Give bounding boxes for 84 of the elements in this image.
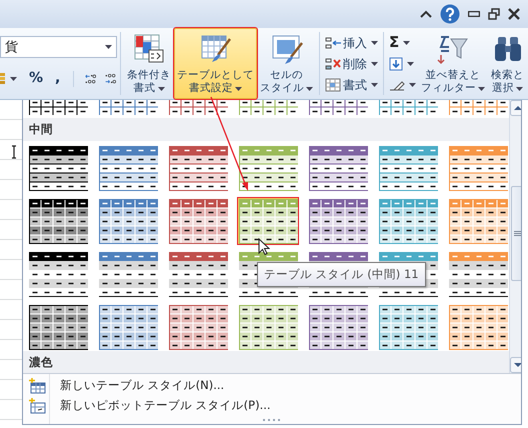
ribbon-button[interactable]: テーブルとして 書式設定 [174,28,257,99]
eraser-icon [389,78,405,90]
pointer-cursor-icon [258,238,270,256]
table-style-option[interactable] [27,144,89,192]
table-style-option[interactable] [307,100,369,116]
table-style-option[interactable] [237,197,299,246]
table-style-option[interactable] [307,303,369,352]
help-icon[interactable] [440,4,460,24]
table-style-option[interactable] [377,197,439,246]
table-style-option[interactable] [167,100,229,116]
table-style-option[interactable] [97,197,159,246]
table-style-option[interactable] [307,197,369,246]
cells-menu-button[interactable]: 削除 [323,53,380,74]
tooltip: テーブル スタイル (中間) 11 [257,262,426,288]
table-style-option[interactable] [447,303,509,352]
cell-format-icon [325,78,341,92]
fill-down-icon [389,56,403,70]
caret-icon [371,62,378,66]
delete-cells-icon [325,56,341,70]
table-style-option[interactable] [377,303,439,352]
table-style-option[interactable] [27,197,89,246]
autosum-button[interactable]: Σ [387,32,418,53]
table-style-option[interactable] [237,144,299,192]
table-style-option[interactable] [447,250,509,298]
cells-menu-button[interactable]: 書式 [323,74,380,95]
number-format-button[interactable]: % [27,68,46,90]
table-style-option[interactable] [237,100,299,116]
table-style-option[interactable] [97,100,159,116]
number-format-dropdown[interactable]: 貨 [0,36,117,58]
caret-icon [516,86,523,90]
section-heading: 濃色 [23,351,509,373]
table-style-option[interactable] [27,303,89,352]
caret-icon [235,86,242,90]
table-style-option[interactable] [377,144,439,192]
table-style-option[interactable] [167,144,229,192]
cell-style-brush-icon [270,33,302,65]
caret-icon [306,86,313,90]
conditional-formatting-icon [133,33,165,65]
caret-icon [158,86,164,90]
close-icon[interactable] [508,8,520,20]
table-style-option[interactable] [97,303,159,352]
caret-icon [10,76,17,81]
sort-filter-icon [437,33,469,65]
table-style-option[interactable] [237,303,299,352]
menu-item[interactable]: 新しいピボットテーブル スタイル(P)... [23,396,521,416]
restore-icon[interactable] [488,8,500,20]
ribbon-button[interactable]: セルの スタイル [257,28,316,99]
table-style-option[interactable] [27,250,89,298]
caret-icon [371,40,378,44]
scrollbar-thumb[interactable] [510,186,521,281]
text-cursor-icon [11,145,17,159]
caret-icon [105,45,112,50]
table-style-option[interactable] [447,197,509,246]
caret-icon [407,62,414,66]
caret-icon [371,82,378,86]
menu-item[interactable]: 新しいテーブル スタイル(N)... [23,376,521,396]
new-table-style-icon [29,378,46,394]
table-style-option[interactable] [167,250,229,298]
caret-icon [478,86,485,90]
section-heading: 中間 [23,118,509,142]
ribbon-button[interactable]: 条件付き 書式 [124,28,174,99]
caret-icon [403,40,410,44]
table-style-option[interactable] [447,100,509,116]
insert-cells-icon [325,36,341,50]
caret-icon [409,82,416,86]
coins-icon [0,72,6,86]
table-style-option[interactable] [97,144,159,192]
table-style-option[interactable] [307,144,369,192]
resize-grip-icon[interactable] [263,419,281,422]
table-style-option[interactable] [447,144,509,192]
table-style-option[interactable] [27,100,89,116]
table-style-option[interactable] [167,303,229,352]
ribbon-button[interactable]: 検索と 選択 [488,28,527,99]
minimize-icon[interactable] [468,11,480,17]
ribbon-button[interactable]: 並べ替えと フィルター [418,28,488,99]
number-format-button[interactable]: , [53,68,62,90]
table-brush-icon [200,33,232,65]
table-style-option[interactable] [167,197,229,246]
collapse-ribbon-icon[interactable] [420,10,432,18]
table-style-option[interactable] [377,100,439,116]
new-pivot-style-icon [29,398,46,414]
grip-icon [514,230,521,236]
table-style-option[interactable] [97,250,159,298]
cells-menu-button[interactable]: 挿入 [323,32,380,53]
